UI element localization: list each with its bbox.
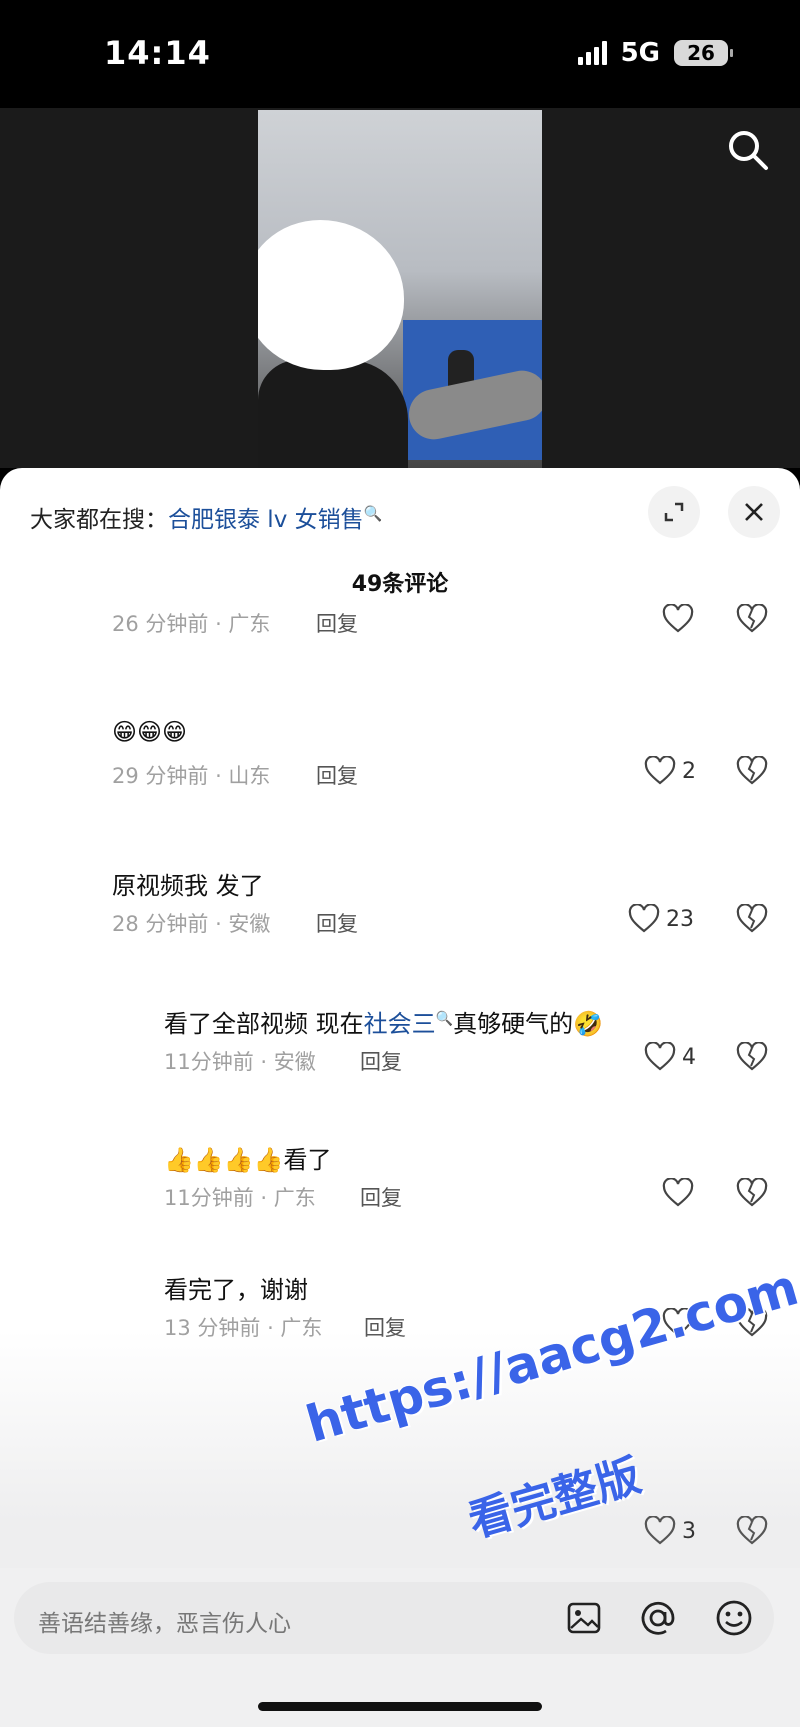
close-icon — [745, 503, 763, 521]
comment-meta: 11分钟前 · 安徽 — [164, 1050, 316, 1074]
like-count: 2 — [682, 758, 696, 784]
network-type: 5G — [620, 38, 660, 68]
video-frame — [258, 110, 542, 468]
status-bar: 14:14 5G 26 — [0, 0, 800, 108]
heart-icon — [662, 1178, 694, 1207]
trending-search[interactable]: 大家都在搜：合肥银泰 lv 女销售🔍 — [30, 500, 382, 534]
video-player[interactable] — [0, 108, 800, 468]
like-button[interactable] — [662, 1178, 694, 1208]
comment-text: 看了全部视频 现在社会三🔍真够硬气的🤣 — [164, 1010, 603, 1038]
comment-text: 😁😁😁 — [112, 718, 188, 746]
heart-icon — [644, 756, 676, 785]
broken-heart-icon[interactable] — [736, 1178, 768, 1208]
expand-button[interactable] — [648, 486, 700, 538]
search-icon[interactable] — [726, 128, 770, 172]
comment-meta: 26 分钟前 · 广东 — [112, 612, 271, 636]
home-indicator[interactable] — [258, 1702, 542, 1711]
comment-input-bar: 善语结善缘，恶言伤人心 — [0, 1568, 800, 1727]
comment-text: 看完了，谢谢 — [164, 1276, 308, 1304]
watermark: https://aacg2.com 看完整版 — [300, 1258, 800, 1568]
comment-text: 原视频我 发了 — [112, 872, 264, 900]
at-icon[interactable] — [636, 1596, 680, 1640]
signal-icon — [577, 41, 607, 65]
heart-icon — [644, 1042, 676, 1071]
trending-prefix: 大家都在搜： — [30, 507, 168, 533]
status-time: 14:14 — [104, 34, 211, 72]
comment-count: 49条评论 — [351, 572, 449, 597]
like-count: 23 — [666, 906, 694, 932]
reply-button[interactable]: 回复 — [316, 760, 358, 790]
watermark-caption: 看完整版 — [463, 1450, 647, 1548]
broken-heart-icon[interactable] — [736, 904, 768, 934]
broken-heart-icon[interactable] — [736, 1042, 768, 1072]
trending-keyword[interactable]: 合肥银泰 lv 女销售 — [168, 507, 364, 533]
like-button[interactable]: 2 — [644, 756, 696, 786]
reply-button[interactable]: 回复 — [360, 1046, 402, 1076]
reply-button[interactable]: 回复 — [360, 1182, 402, 1212]
comment-input[interactable]: 善语结善缘，恶言伤人心 — [14, 1582, 774, 1654]
broken-heart-icon[interactable] — [736, 604, 768, 634]
close-button[interactable] — [728, 486, 780, 538]
battery-icon: 26 — [674, 40, 733, 66]
comment-meta: 28 分钟前 · 安徽 — [112, 912, 271, 936]
like-count: 4 — [682, 1044, 696, 1070]
heart-icon — [662, 604, 694, 633]
expand-icon — [664, 502, 684, 522]
face-blur — [258, 220, 404, 370]
emoji-icon[interactable] — [712, 1596, 756, 1640]
broken-heart-icon[interactable] — [736, 756, 768, 786]
like-button[interactable] — [662, 604, 694, 634]
heart-icon — [628, 904, 660, 933]
comment-meta: 29 分钟前 · 山东 — [112, 764, 271, 788]
image-icon[interactable] — [562, 1596, 606, 1640]
like-button[interactable]: 4 — [644, 1042, 696, 1072]
comment-keyword-link[interactable]: 社会三🔍 — [364, 1010, 453, 1038]
reply-button[interactable]: 回复 — [316, 908, 358, 938]
search-icon: 🔍 — [363, 504, 383, 523]
comment-text: 👍👍👍👍看了 — [164, 1146, 332, 1174]
comment-input-placeholder: 善语结善缘，恶言伤人心 — [38, 1611, 291, 1637]
comment-meta: 11分钟前 · 广东 — [164, 1186, 316, 1210]
like-button[interactable]: 23 — [628, 904, 694, 934]
reply-button[interactable]: 回复 — [316, 608, 358, 638]
